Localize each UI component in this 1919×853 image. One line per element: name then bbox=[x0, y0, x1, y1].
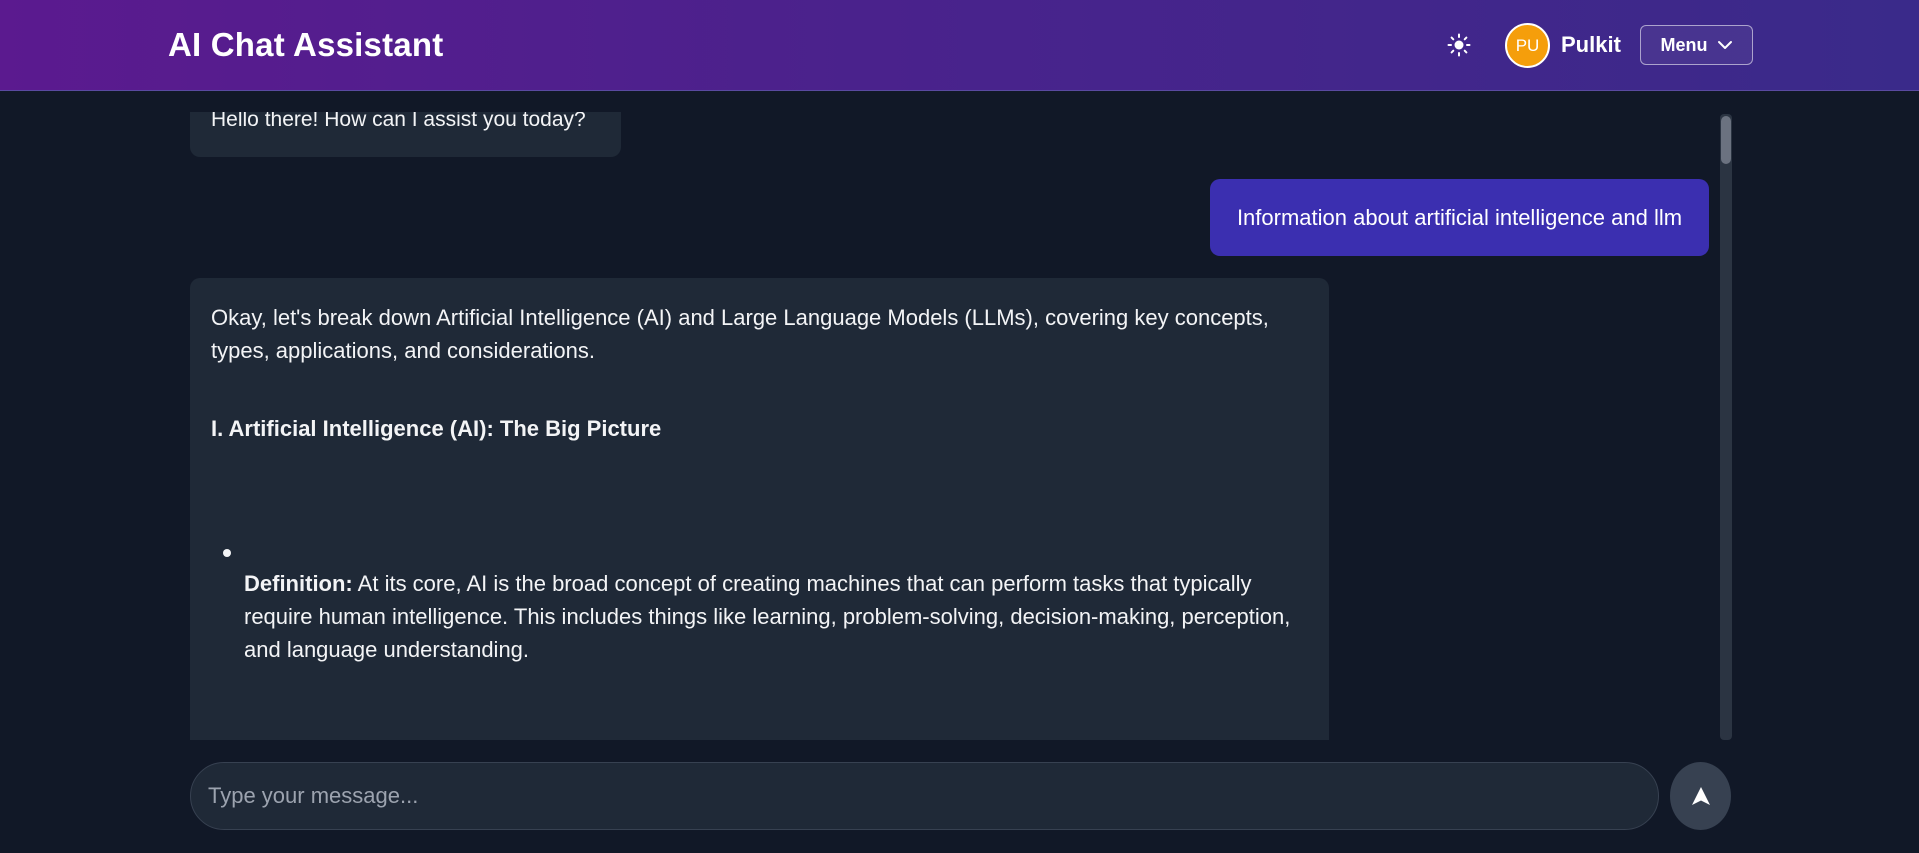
list-item-text: Definition: At its core, AI is the broad… bbox=[244, 549, 1294, 666]
chat-scrollbar[interactable] bbox=[1720, 114, 1732, 740]
top-header: AI Chat Assistant PU Pulkit Menu bbox=[0, 0, 1919, 91]
user-name: Pulkit bbox=[1561, 32, 1621, 57]
assistant-message: Okay, let's break down Artificial Intell… bbox=[190, 278, 1329, 740]
message-text: Hello there! How can I assist you today? bbox=[211, 112, 586, 131]
theme-toggle-button[interactable] bbox=[1444, 30, 1474, 60]
chat-scrollbar-thumb[interactable] bbox=[1721, 116, 1731, 164]
menu-button[interactable]: Menu bbox=[1640, 25, 1753, 65]
menu-button-label: Menu bbox=[1660, 34, 1708, 55]
app-title: AI Chat Assistant bbox=[168, 26, 444, 63]
message-text: Information about artificial intelligenc… bbox=[1236, 204, 1683, 230]
list-item-body: At its core, AI is the broad concept of … bbox=[244, 571, 1291, 662]
bullet-dot bbox=[223, 549, 231, 557]
message-input[interactable] bbox=[190, 762, 1659, 830]
send-button[interactable] bbox=[1670, 762, 1731, 830]
chat-messages: Hello there! How can I assist you today?… bbox=[190, 112, 1721, 740]
section-heading: I. Artificial Intelligence (AI): The Big… bbox=[211, 416, 662, 441]
message-intro: Okay, let's break down Artificial Intell… bbox=[211, 305, 1269, 363]
send-arrow-icon bbox=[1691, 787, 1710, 805]
list-item-label: Definition: bbox=[244, 571, 353, 596]
chevron-down-icon bbox=[1717, 41, 1732, 49]
list-item: Definition: At its core, AI is the broad… bbox=[223, 549, 1308, 666]
bullet-list: Definition: At its core, AI is the broad… bbox=[211, 549, 1308, 666]
user-avatar[interactable]: PU bbox=[1505, 23, 1550, 68]
user-message: Information about artificial intelligenc… bbox=[1210, 179, 1709, 256]
assistant-message: Hello there! How can I assist you today? bbox=[190, 112, 621, 157]
sun-icon bbox=[1447, 33, 1471, 57]
